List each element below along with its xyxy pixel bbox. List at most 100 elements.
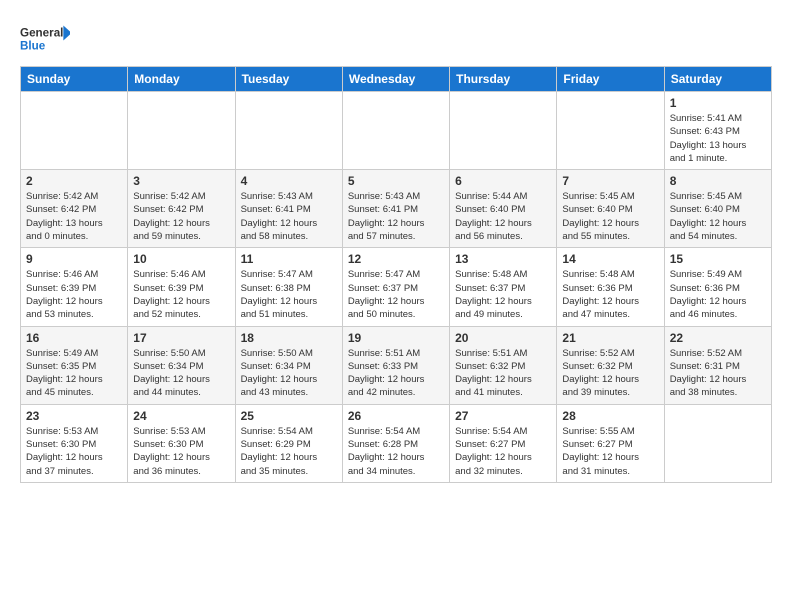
calendar-cell [450, 92, 557, 170]
calendar-cell: 14 Sunrise: 5:48 AM Sunset: 6:36 PM Dayli… [557, 248, 664, 326]
calendar-cell: 10 Sunrise: 5:46 AM Sunset: 6:39 PM Dayli… [128, 248, 235, 326]
day-number: 27 [455, 409, 551, 423]
header: General Blue [20, 18, 772, 58]
day-info: Sunrise: 5:43 AM Sunset: 6:41 PM Dayligh… [241, 190, 337, 243]
day-info: Sunrise: 5:54 AM Sunset: 6:28 PM Dayligh… [348, 425, 444, 478]
day-number: 1 [670, 96, 766, 110]
calendar-cell: 22 Sunrise: 5:52 AM Sunset: 6:31 PM Dayli… [664, 326, 771, 404]
day-info: Sunrise: 5:42 AM Sunset: 6:42 PM Dayligh… [133, 190, 229, 243]
day-info: Sunrise: 5:53 AM Sunset: 6:30 PM Dayligh… [26, 425, 122, 478]
calendar-cell: 19Sunrise: 5:51 AM Sunset: 6:33 PM Dayli… [342, 326, 449, 404]
day-info: Sunrise: 5:48 AM Sunset: 6:36 PM Dayligh… [562, 268, 658, 321]
calendar-cell: 15 Sunrise: 5:49 AM Sunset: 6:36 PM Dayli… [664, 248, 771, 326]
day-info: Sunrise: 5:49 AM Sunset: 6:35 PM Dayligh… [26, 347, 122, 400]
day-number: 16 [26, 331, 122, 345]
day-number: 7 [562, 174, 658, 188]
day-info: Sunrise: 5:50 AM Sunset: 6:34 PM Dayligh… [133, 347, 229, 400]
day-number: 15 [670, 252, 766, 266]
calendar-cell: 20Sunrise: 5:51 AM Sunset: 6:32 PM Dayli… [450, 326, 557, 404]
calendar-week-5: 23Sunrise: 5:53 AM Sunset: 6:30 PM Dayli… [21, 404, 772, 482]
day-number: 5 [348, 174, 444, 188]
logo-svg: General Blue [20, 18, 70, 58]
day-number: 24 [133, 409, 229, 423]
calendar-cell: 4 Sunrise: 5:43 AM Sunset: 6:41 PM Daylig… [235, 170, 342, 248]
day-info: Sunrise: 5:54 AM Sunset: 6:29 PM Dayligh… [241, 425, 337, 478]
weekday-header-monday: Monday [128, 67, 235, 92]
day-info: Sunrise: 5:46 AM Sunset: 6:39 PM Dayligh… [26, 268, 122, 321]
calendar-week-3: 9 Sunrise: 5:46 AM Sunset: 6:39 PM Daylig… [21, 248, 772, 326]
weekday-header-wednesday: Wednesday [342, 67, 449, 92]
calendar-table: SundayMondayTuesdayWednesdayThursdayFrid… [20, 66, 772, 483]
day-info: Sunrise: 5:49 AM Sunset: 6:36 PM Dayligh… [670, 268, 766, 321]
day-number: 10 [133, 252, 229, 266]
calendar-cell: 7 Sunrise: 5:45 AM Sunset: 6:40 PM Daylig… [557, 170, 664, 248]
calendar-cell [342, 92, 449, 170]
day-info: Sunrise: 5:47 AM Sunset: 6:37 PM Dayligh… [348, 268, 444, 321]
logo: General Blue [20, 18, 70, 58]
day-number: 26 [348, 409, 444, 423]
day-number: 9 [26, 252, 122, 266]
day-number: 22 [670, 331, 766, 345]
day-info: Sunrise: 5:47 AM Sunset: 6:38 PM Dayligh… [241, 268, 337, 321]
calendar-body: 1 Sunrise: 5:41 AM Sunset: 6:43 PM Daylig… [21, 92, 772, 483]
calendar-cell: 27 Sunrise: 5:54 AM Sunset: 6:27 PM Dayli… [450, 404, 557, 482]
day-number: 3 [133, 174, 229, 188]
calendar-cell: 5 Sunrise: 5:43 AM Sunset: 6:41 PM Daylig… [342, 170, 449, 248]
calendar-week-1: 1 Sunrise: 5:41 AM Sunset: 6:43 PM Daylig… [21, 92, 772, 170]
day-info: Sunrise: 5:54 AM Sunset: 6:27 PM Dayligh… [455, 425, 551, 478]
calendar-cell: 26 Sunrise: 5:54 AM Sunset: 6:28 PM Dayli… [342, 404, 449, 482]
day-number: 4 [241, 174, 337, 188]
calendar-cell: 6Sunrise: 5:44 AM Sunset: 6:40 PM Daylig… [450, 170, 557, 248]
day-info: Sunrise: 5:51 AM Sunset: 6:33 PM Dayligh… [348, 347, 444, 400]
calendar-week-4: 16 Sunrise: 5:49 AM Sunset: 6:35 PM Dayli… [21, 326, 772, 404]
page-container: General Blue SundayMondayTuesdayWednesda… [0, 0, 792, 493]
calendar-cell: 3 Sunrise: 5:42 AM Sunset: 6:42 PM Daylig… [128, 170, 235, 248]
day-number: 14 [562, 252, 658, 266]
calendar-cell: 25 Sunrise: 5:54 AM Sunset: 6:29 PM Dayli… [235, 404, 342, 482]
svg-text:Blue: Blue [20, 40, 46, 53]
day-info: Sunrise: 5:51 AM Sunset: 6:32 PM Dayligh… [455, 347, 551, 400]
calendar-cell [557, 92, 664, 170]
calendar-cell: 23Sunrise: 5:53 AM Sunset: 6:30 PM Dayli… [21, 404, 128, 482]
calendar-header-row: SundayMondayTuesdayWednesdayThursdayFrid… [21, 67, 772, 92]
calendar-cell: 8 Sunrise: 5:45 AM Sunset: 6:40 PM Daylig… [664, 170, 771, 248]
day-number: 28 [562, 409, 658, 423]
day-info: Sunrise: 5:42 AM Sunset: 6:42 PM Dayligh… [26, 190, 122, 243]
calendar-cell: 2Sunrise: 5:42 AM Sunset: 6:42 PM Daylig… [21, 170, 128, 248]
day-number: 25 [241, 409, 337, 423]
day-number: 11 [241, 252, 337, 266]
day-number: 18 [241, 331, 337, 345]
day-number: 21 [562, 331, 658, 345]
weekday-header-sunday: Sunday [21, 67, 128, 92]
calendar-cell: 16 Sunrise: 5:49 AM Sunset: 6:35 PM Dayli… [21, 326, 128, 404]
day-number: 6 [455, 174, 551, 188]
weekday-header-saturday: Saturday [664, 67, 771, 92]
day-info: Sunrise: 5:52 AM Sunset: 6:31 PM Dayligh… [670, 347, 766, 400]
day-info: Sunrise: 5:41 AM Sunset: 6:43 PM Dayligh… [670, 112, 766, 165]
day-info: Sunrise: 5:46 AM Sunset: 6:39 PM Dayligh… [133, 268, 229, 321]
day-number: 12 [348, 252, 444, 266]
calendar-cell: 21 Sunrise: 5:52 AM Sunset: 6:32 PM Dayli… [557, 326, 664, 404]
day-info: Sunrise: 5:55 AM Sunset: 6:27 PM Dayligh… [562, 425, 658, 478]
weekday-header-friday: Friday [557, 67, 664, 92]
calendar-cell [235, 92, 342, 170]
day-number: 8 [670, 174, 766, 188]
calendar-cell: 18 Sunrise: 5:50 AM Sunset: 6:34 PM Dayli… [235, 326, 342, 404]
calendar-week-2: 2Sunrise: 5:42 AM Sunset: 6:42 PM Daylig… [21, 170, 772, 248]
day-number: 17 [133, 331, 229, 345]
calendar-cell: 12 Sunrise: 5:47 AM Sunset: 6:37 PM Dayli… [342, 248, 449, 326]
day-info: Sunrise: 5:53 AM Sunset: 6:30 PM Dayligh… [133, 425, 229, 478]
calendar-cell: 1 Sunrise: 5:41 AM Sunset: 6:43 PM Daylig… [664, 92, 771, 170]
calendar-cell [128, 92, 235, 170]
calendar-cell: 28 Sunrise: 5:55 AM Sunset: 6:27 PM Dayli… [557, 404, 664, 482]
day-info: Sunrise: 5:50 AM Sunset: 6:34 PM Dayligh… [241, 347, 337, 400]
day-info: Sunrise: 5:52 AM Sunset: 6:32 PM Dayligh… [562, 347, 658, 400]
day-info: Sunrise: 5:45 AM Sunset: 6:40 PM Dayligh… [562, 190, 658, 243]
day-info: Sunrise: 5:43 AM Sunset: 6:41 PM Dayligh… [348, 190, 444, 243]
day-info: Sunrise: 5:45 AM Sunset: 6:40 PM Dayligh… [670, 190, 766, 243]
weekday-header-tuesday: Tuesday [235, 67, 342, 92]
day-number: 13 [455, 252, 551, 266]
calendar-cell: 11 Sunrise: 5:47 AM Sunset: 6:38 PM Dayli… [235, 248, 342, 326]
calendar-cell [664, 404, 771, 482]
svg-text:General: General [20, 26, 63, 39]
